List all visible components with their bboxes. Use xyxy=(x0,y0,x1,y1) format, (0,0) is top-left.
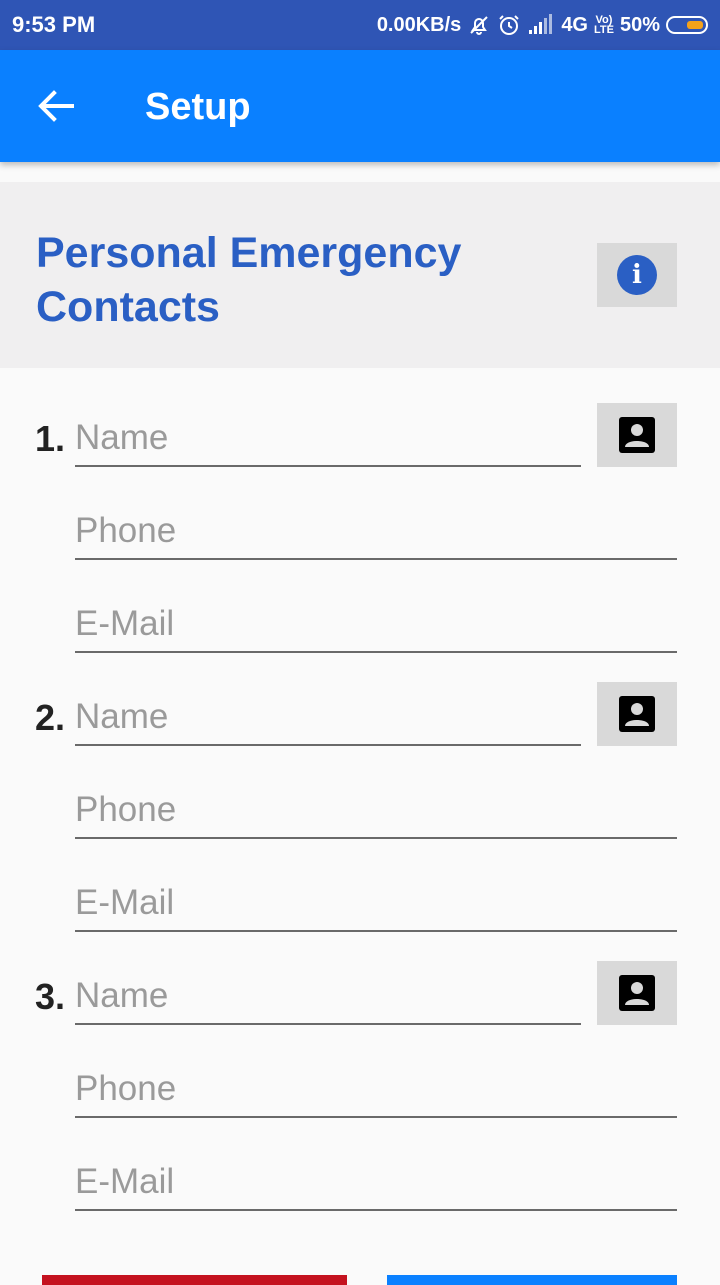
status-icons: 0.00KB/s 4G Vo) LTE 50% xyxy=(377,11,708,39)
phone-input[interactable] xyxy=(75,783,677,837)
contact-number: 2. xyxy=(35,697,66,738)
name-field xyxy=(75,688,581,746)
name-input[interactable] xyxy=(75,411,581,465)
section-heading: Personal Emergency Contacts xyxy=(36,229,462,331)
info-icon: i xyxy=(617,255,657,295)
phone-input[interactable] xyxy=(75,1062,677,1116)
contact-card-icon xyxy=(619,696,655,732)
phone-field xyxy=(75,502,677,560)
arrow-left-icon[interactable] xyxy=(36,88,76,124)
battery-icon xyxy=(666,16,708,34)
contact-number: 1. xyxy=(35,418,66,459)
cancel-button[interactable] xyxy=(42,1275,347,1285)
section-header: Personal Emergency Contacts i xyxy=(0,182,720,368)
status-time: 9:53 PM xyxy=(12,12,96,37)
bell-off-icon xyxy=(470,16,489,35)
status-bar: 9:53 PM 0.00KB/s 4G Vo) LTE 50% xyxy=(0,0,720,50)
alarm-icon xyxy=(499,15,520,35)
contact-picker-button[interactable] xyxy=(597,961,677,1025)
email-field xyxy=(75,1153,677,1211)
volte-bottom: LTE xyxy=(594,24,614,36)
email-field xyxy=(75,595,677,653)
network-type: 4G xyxy=(561,13,588,36)
name-field xyxy=(75,967,581,1025)
battery-fill xyxy=(687,21,703,29)
phone-input[interactable] xyxy=(75,504,677,558)
volte-icon: Vo) LTE xyxy=(594,15,614,36)
battery-percent: 50% xyxy=(619,13,660,36)
signal-icon xyxy=(529,14,553,34)
email-input[interactable] xyxy=(75,876,677,930)
page-title: Setup xyxy=(145,86,251,128)
contact-picker-button[interactable] xyxy=(597,403,677,467)
contact-picker-button[interactable] xyxy=(597,682,677,746)
name-input[interactable] xyxy=(75,690,581,744)
email-input[interactable] xyxy=(75,597,677,651)
email-field xyxy=(75,874,677,932)
info-button[interactable]: i xyxy=(597,243,677,307)
phone-field xyxy=(75,1060,677,1118)
contact-card-icon xyxy=(619,975,655,1011)
name-field xyxy=(75,409,581,467)
phone-field xyxy=(75,781,677,839)
net-speed: 0.00KB/s xyxy=(376,13,462,36)
app-bar: Setup xyxy=(0,50,720,162)
email-input[interactable] xyxy=(75,1155,677,1209)
contact-number: 3. xyxy=(35,976,66,1017)
save-button[interactable] xyxy=(387,1275,677,1285)
name-input[interactable] xyxy=(75,969,581,1023)
contact-card-icon xyxy=(619,417,655,453)
